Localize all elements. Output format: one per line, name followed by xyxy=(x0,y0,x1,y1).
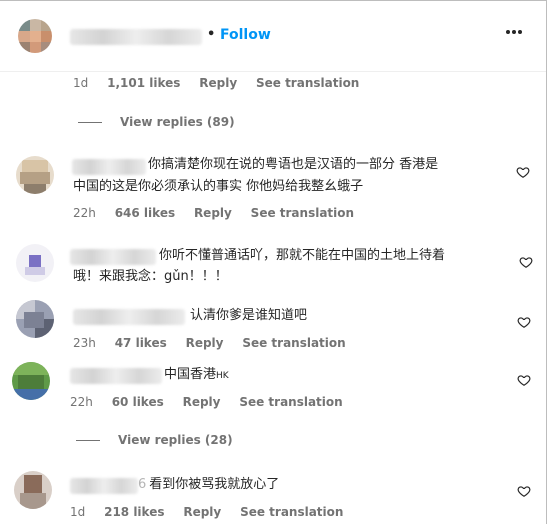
header-separator: • xyxy=(207,27,216,42)
comment-time: 22h xyxy=(73,206,96,220)
comment-text: 中国的这是你必须承认的事实 你他妈给我整幺蛾子 xyxy=(73,176,493,198)
comment-text-line: 认清你爹是谁知道吧 xyxy=(190,308,308,323)
comment-meta: 22h 60 likes Reply See translation xyxy=(70,395,358,409)
comment-reply-button[interactable]: Reply xyxy=(194,206,232,220)
comment-text: 哦！来跟我念：gǔn！！！ xyxy=(73,266,493,288)
post-header: • Follow xyxy=(0,1,546,72)
blurred-avatar-image xyxy=(16,300,54,338)
blurred-avatar-image xyxy=(12,362,50,400)
comment-likes[interactable]: 646 likes xyxy=(115,206,175,220)
comment-username-redacted[interactable] xyxy=(70,478,138,494)
comments-panel: • Follow 1d 1,101 likes Reply See transl… xyxy=(0,0,547,524)
comment-reply-button[interactable]: Reply xyxy=(183,505,221,519)
more-options-icon[interactable] xyxy=(505,23,523,46)
comment-see-translation[interactable]: See translation xyxy=(251,206,354,220)
post-meta: 1d 1,101 likes Reply See translation xyxy=(73,76,374,90)
comment-text-line: 中国的这是你必须承认的事实 你他妈给我整幺蛾子 xyxy=(73,179,364,194)
comment-see-translation[interactable]: See translation xyxy=(240,505,343,519)
comment-username-redacted[interactable] xyxy=(70,249,156,265)
comment-reply-button[interactable]: Reply xyxy=(183,395,221,409)
follow-button[interactable]: Follow xyxy=(220,27,271,43)
author-username-redacted[interactable] xyxy=(70,29,202,45)
comment-text-line: 看到你被骂我就放心了 xyxy=(149,477,280,492)
post-time: 1d xyxy=(73,76,89,90)
comment-likes[interactable]: 60 likes xyxy=(112,395,164,409)
view-replies-label: View replies (89) xyxy=(120,115,235,129)
comment-time: 22h xyxy=(70,395,93,409)
comment-avatar[interactable] xyxy=(12,362,50,400)
comment-username-redacted[interactable] xyxy=(73,309,185,325)
heart-icon[interactable] xyxy=(519,255,533,269)
comment-text: 中国香港HK xyxy=(164,364,364,387)
comment-avatar[interactable] xyxy=(16,244,54,282)
comment-see-translation[interactable]: See translation xyxy=(239,395,342,409)
comment-meta: 23h 47 likes Reply See translation xyxy=(73,336,361,350)
comment-avatar[interactable] xyxy=(16,156,54,194)
comment-time: 1d xyxy=(70,505,86,519)
comment-text-suffix: HK xyxy=(216,371,229,381)
comment-text: 认清你爹是谁知道吧 xyxy=(190,305,490,327)
view-replies-label: View replies (28) xyxy=(118,433,233,447)
comment-time: 23h xyxy=(73,336,96,350)
comment-see-translation[interactable]: See translation xyxy=(242,336,345,350)
heart-icon[interactable] xyxy=(517,373,531,387)
author-avatar[interactable] xyxy=(18,19,52,53)
blurred-avatar-image xyxy=(18,19,52,53)
view-replies-button[interactable]: View replies (28) xyxy=(76,433,233,447)
blurred-avatar-image xyxy=(16,244,54,282)
comment-text-line: 中国香港 xyxy=(164,367,217,382)
heart-icon[interactable] xyxy=(517,484,531,498)
heart-icon[interactable] xyxy=(516,165,530,179)
comment-text-line: 你搞清楚你现在说的粤语也是汉语的一部分 香港是 xyxy=(148,157,439,172)
comment-text: 6 看到你被骂我就放心了 xyxy=(138,474,338,496)
post-likes[interactable]: 1,101 likes xyxy=(107,76,180,90)
comment-avatar[interactable] xyxy=(14,471,52,509)
blurred-avatar-image xyxy=(16,156,54,194)
comment-meta: 22h 646 likes Reply See translation xyxy=(73,206,369,220)
blurred-avatar-image xyxy=(14,471,52,509)
comment-username-redacted[interactable] xyxy=(70,368,162,384)
comment-likes[interactable]: 218 likes xyxy=(104,505,164,519)
comment-reply-button[interactable]: Reply xyxy=(186,336,224,350)
replies-divider-line xyxy=(78,122,102,123)
comment-text: 你搞清楚你现在说的粤语也是汉语的一部分 香港是 xyxy=(148,154,498,176)
comment-text-line: 哦！来跟我念：gǔn！！！ xyxy=(73,269,228,284)
comment-username-fragment: 6 xyxy=(138,477,147,492)
post-reply-button[interactable]: Reply xyxy=(199,76,237,90)
comment-avatar[interactable] xyxy=(16,300,54,338)
comment-text: 你听不懂普通话吖，那就不能在中国的土地上待着 xyxy=(159,245,499,267)
comment-text-line: 你听不懂普通话吖，那就不能在中国的土地上待着 xyxy=(159,248,446,263)
comment-username-redacted[interactable] xyxy=(72,159,146,175)
comment-meta: 1d 218 likes Reply See translation xyxy=(70,505,358,519)
heart-icon[interactable] xyxy=(517,315,531,329)
view-replies-button[interactable]: View replies (89) xyxy=(78,115,235,129)
post-see-translation[interactable]: See translation xyxy=(256,76,359,90)
comment-likes[interactable]: 47 likes xyxy=(115,336,167,350)
replies-divider-line xyxy=(76,440,100,441)
